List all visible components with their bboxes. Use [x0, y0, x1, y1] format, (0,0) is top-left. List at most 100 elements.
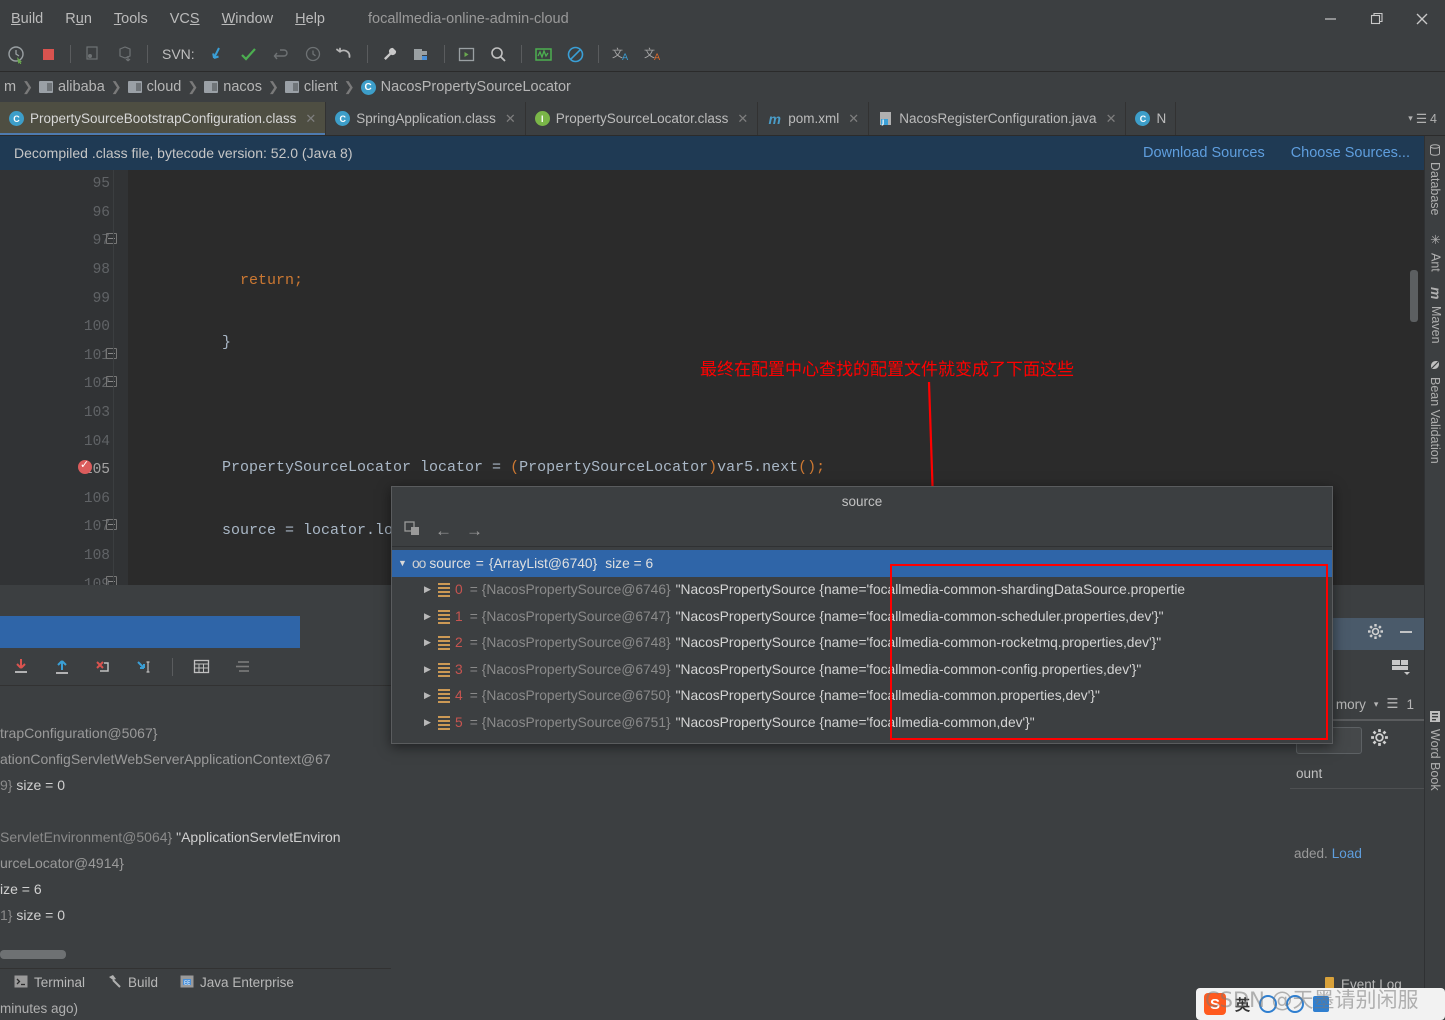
breakpoint-icon[interactable]: [78, 458, 92, 474]
sidebar-item-word-book[interactable]: Word Book: [1425, 702, 1445, 799]
breadcrumb-item-alibaba[interactable]: alibaba: [35, 79, 109, 95]
minimize-button[interactable]: [1307, 0, 1353, 37]
tree-row[interactable]: ▶ 5 = {NacosPropertySource@6751} "NacosP…: [392, 709, 1332, 736]
forward-arrow-icon[interactable]: →: [466, 521, 483, 541]
popup-tree[interactable]: ▼ oo source = {ArrayList@6740} size = 6 …: [392, 547, 1332, 736]
close-button[interactable]: [1399, 0, 1445, 37]
run-dashboard-icon[interactable]: [453, 41, 481, 67]
close-icon[interactable]: ✕: [505, 111, 516, 127]
breadcrumb-item-m[interactable]: m: [0, 79, 20, 95]
breadcrumb-item-cloud[interactable]: cloud: [124, 79, 186, 95]
close-icon[interactable]: ✕: [737, 111, 748, 127]
run-to-cursor-icon[interactable]: [127, 654, 160, 680]
value-inspector-popup[interactable]: source ← → ▼ oo source = {ArrayList@6740…: [391, 486, 1333, 744]
chevron-right-icon[interactable]: ▶: [424, 717, 438, 728]
close-icon[interactable]: ✕: [305, 111, 316, 127]
ime-toolbar[interactable]: S 英: [1196, 988, 1445, 1020]
menu-item-help[interactable]: Help: [284, 7, 336, 31]
tree-row-root[interactable]: ▼ oo source = {ArrayList@6740} size = 6: [392, 550, 1332, 577]
tab-build[interactable]: Build: [107, 974, 158, 991]
step-out-icon[interactable]: [45, 654, 78, 680]
sidebar-item-bean-validation[interactable]: Bean Validation: [1425, 351, 1445, 472]
close-icon[interactable]: ✕: [848, 111, 859, 127]
fold-marker[interactable]: [106, 576, 117, 585]
step-over-icon[interactable]: [4, 654, 37, 680]
drop-frame-icon[interactable]: [86, 654, 119, 680]
tree-row[interactable]: ▶ 3 = {NacosPropertySource@6749} "NacosP…: [392, 656, 1332, 683]
menu-item-run[interactable]: Run: [54, 7, 103, 31]
build-icon[interactable]: [79, 41, 107, 67]
gear-icon-2[interactable]: [1370, 728, 1389, 752]
circle-icon[interactable]: [1259, 995, 1278, 1013]
chevron-right-icon[interactable]: ▶: [424, 637, 438, 648]
settings-wrench-icon[interactable]: [376, 41, 404, 67]
history-icon[interactable]: [299, 41, 327, 67]
sidebar-item-database[interactable]: Database: [1425, 136, 1445, 224]
close-icon[interactable]: ✕: [1106, 111, 1117, 127]
choose-sources-link[interactable]: Choose Sources...: [1291, 145, 1410, 161]
keyboard-icon[interactable]: [1313, 996, 1330, 1012]
translate-icon[interactable]: 文A: [607, 41, 635, 67]
tab-SpringApplication[interactable]: C SpringApplication.class ✕: [326, 102, 526, 135]
editor-gutter[interactable]: 95 96 97 98 99 100 101 102 103 104 105 1…: [0, 170, 128, 585]
layout-icon[interactable]: [1390, 657, 1412, 682]
breadcrumb-item-client[interactable]: client: [281, 79, 342, 95]
rollback-changes-icon[interactable]: [267, 41, 295, 67]
undo-icon[interactable]: [331, 41, 359, 67]
chevron-down-icon[interactable]: ▼: [398, 558, 412, 568]
fold-marker[interactable]: [106, 376, 117, 387]
tab-NacosRegisterConfiguration[interactable]: J NacosRegisterConfiguration.java ✕: [869, 102, 1127, 135]
tab-overflow-button[interactable]: ▾ ☰ 4: [1400, 102, 1445, 135]
tab-java-enterprise[interactable]: EE Java Enterprise: [180, 975, 294, 991]
back-arrow-icon[interactable]: ←: [435, 521, 452, 541]
sidebar-item-ant[interactable]: ✳ Ant: [1425, 224, 1445, 280]
package-icon[interactable]: [111, 41, 139, 67]
tree-row[interactable]: ▶ 0 = {NacosPropertySource@6746} "NacosP…: [392, 577, 1332, 604]
menu-item-build[interactable]: Build: [0, 7, 54, 31]
gear-icon[interactable]: [1367, 623, 1384, 645]
tab-pom-xml[interactable]: m pom.xml ✕: [758, 102, 870, 135]
restore-button[interactable]: [1353, 0, 1399, 37]
tree-row[interactable]: ▶ 2 = {NacosPropertySource@6748} "NacosP…: [392, 630, 1332, 657]
search-everywhere-icon[interactable]: [485, 41, 513, 67]
load-link[interactable]: Load: [1332, 846, 1362, 861]
menu-item-window[interactable]: Window: [211, 7, 285, 31]
chevron-right-icon[interactable]: ▶: [424, 664, 438, 675]
breadcrumb-item-nacos[interactable]: nacos: [200, 79, 266, 95]
no-entry-icon[interactable]: [562, 41, 590, 67]
tab-terminal[interactable]: Terminal: [14, 975, 85, 991]
mic-icon[interactable]: [1286, 995, 1305, 1013]
chevron-down-icon[interactable]: ▾: [1374, 699, 1379, 710]
menu-item-vcs[interactable]: VCS: [159, 7, 211, 31]
tree-row[interactable]: ▶ 4 = {NacosPropertySource@6750} "NacosP…: [392, 683, 1332, 710]
ime-mode-label[interactable]: 英: [1235, 994, 1250, 1015]
profiler-icon[interactable]: [530, 41, 558, 67]
stop-icon[interactable]: [34, 41, 62, 67]
debug-variables-list[interactable]: trapConfiguration@5067} ationConfigServl…: [0, 686, 391, 962]
sidebar-item-maven[interactable]: m Maven: [1425, 279, 1445, 351]
tab-PropertySourceLocator[interactable]: I PropertySourceLocator.class ✕: [526, 102, 759, 135]
download-sources-link[interactable]: Download Sources: [1143, 145, 1265, 161]
commit-icon[interactable]: [235, 41, 263, 67]
fold-marker[interactable]: [106, 233, 117, 244]
chevron-right-icon[interactable]: ▶: [424, 584, 438, 595]
update-project-icon[interactable]: [203, 41, 231, 67]
editor-scrollbar-thumb[interactable]: [1410, 270, 1418, 322]
fold-marker[interactable]: [106, 348, 117, 359]
run-with-coverage-icon[interactable]: [2, 41, 30, 67]
tab-PropertySourceBootstrapConfiguration[interactable]: C PropertySourceBootstrapConfiguration.c…: [0, 102, 327, 135]
fold-marker[interactable]: [106, 519, 117, 530]
tree-row[interactable]: ▶ 1 = {NacosPropertySource@6747} "NacosP…: [392, 603, 1332, 630]
settings-list-icon[interactable]: [226, 654, 259, 680]
chevron-right-icon[interactable]: ▶: [424, 611, 438, 622]
tab-partial-N[interactable]: C N: [1126, 102, 1177, 135]
translate-alt-icon[interactable]: 文A: [639, 41, 667, 67]
chevron-right-icon[interactable]: ▶: [424, 690, 438, 701]
menu-item-tools[interactable]: Tools: [103, 7, 159, 31]
evaluate-expression-icon[interactable]: [185, 654, 218, 680]
project-structure-icon[interactable]: [408, 41, 436, 67]
horizontal-scrollbar[interactable]: [0, 950, 66, 959]
breadcrumb-item-class[interactable]: C NacosPropertySourceLocator: [357, 79, 575, 95]
copy-value-icon[interactable]: [404, 520, 421, 542]
minimize-icon[interactable]: [1398, 624, 1414, 645]
